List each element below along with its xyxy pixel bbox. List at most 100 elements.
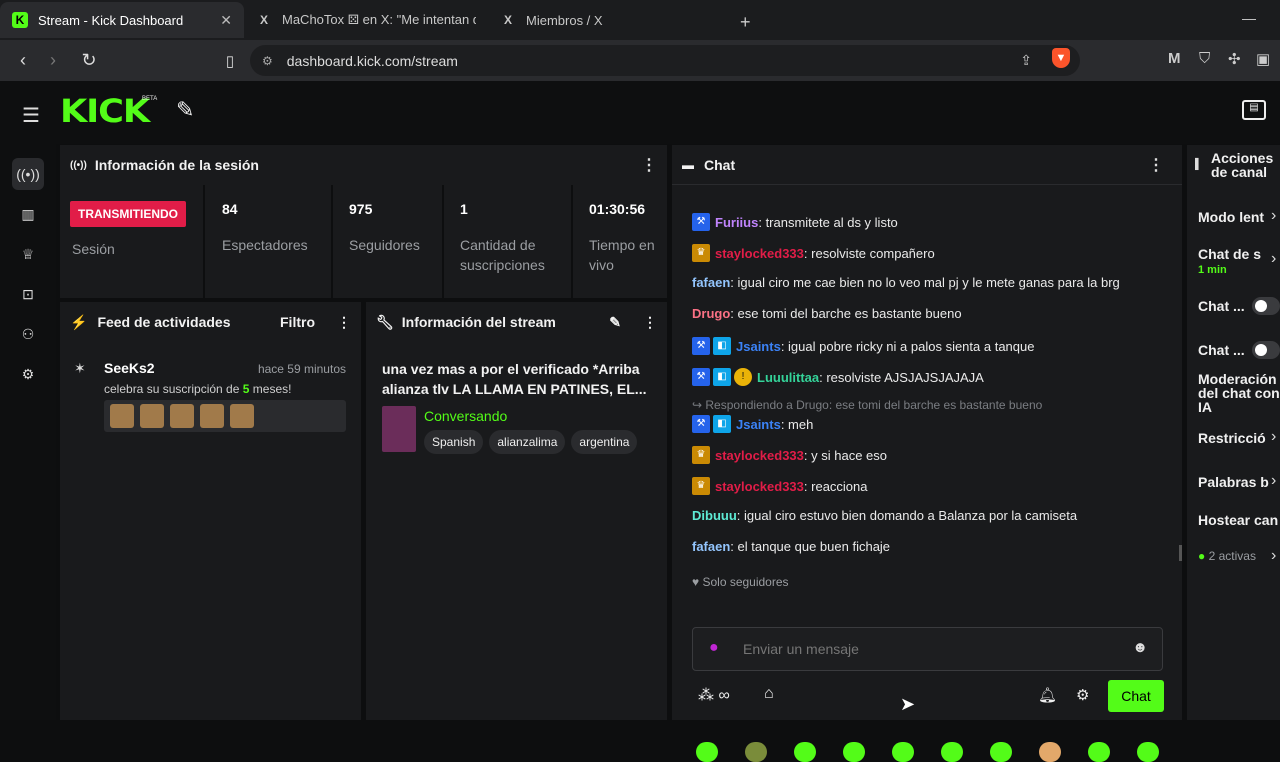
extension-m-icon[interactable]: M <box>1168 50 1181 67</box>
store-icon[interactable]: ▤ <box>1242 100 1266 120</box>
emote-icon[interactable] <box>892 742 914 762</box>
chat-username[interactable]: staylocked333 <box>715 479 804 494</box>
chat-message-input[interactable] <box>743 638 1113 660</box>
tab-miembros[interactable]: X Miembros / X <box>488 2 732 38</box>
community-icon[interactable]: ⚇ <box>16 322 40 346</box>
emote-icon[interactable] <box>745 742 767 762</box>
chat-settings-icon[interactable]: ⚙ <box>1076 686 1089 704</box>
share-icon[interactable]: ⇪ <box>1020 52 1032 69</box>
stream-broadcast-icon[interactable]: ((•)) <box>12 158 44 190</box>
stream-info-panel: 🔧︎ Información del stream ✎ ⋮ una vez ma… <box>366 302 667 720</box>
viewers-stat: 84 Espectadores <box>222 201 308 255</box>
back-icon[interactable]: ‹ <box>8 46 38 76</box>
more-options-icon[interactable]: ⋮ <box>1148 155 1164 175</box>
close-icon[interactable]: ✕ <box>220 12 232 29</box>
subscriptions-stat: 1 Cantidad de suscripciones <box>460 201 570 275</box>
creator-tool-icon[interactable]: ✎ <box>176 97 194 123</box>
chat-scrollbar[interactable] <box>1179 545 1182 561</box>
chat-username[interactable]: Luuulittaa <box>757 370 819 385</box>
points-icon[interactable]: ⁂ ∞ <box>698 685 730 705</box>
extension-shield-icon[interactable]: ⛉ <box>1199 50 1210 67</box>
chevron-right-icon[interactable]: › <box>1271 207 1276 225</box>
microphone-icon[interactable]: ● <box>709 639 719 657</box>
followers-only-label: ♥ Solo seguidores <box>692 575 789 589</box>
chevron-right-icon[interactable]: › <box>1271 428 1276 446</box>
filter-button[interactable]: Filtro <box>280 314 315 330</box>
chat-option-toggle[interactable] <box>1252 297 1280 315</box>
trophy-icon[interactable]: ♕ <box>16 242 40 266</box>
bookmark-icon[interactable]: ▯ <box>215 46 245 76</box>
chat-option-toggle[interactable] <box>1252 341 1280 359</box>
new-tab-button[interactable]: + <box>740 4 751 40</box>
activity-text-prefix: celebra su suscripción de <box>104 382 243 396</box>
chat-username[interactable]: Drugo <box>692 306 730 321</box>
chat-username[interactable]: fafaen <box>692 275 730 290</box>
chat-username[interactable]: staylocked333 <box>715 448 804 463</box>
more-options-icon[interactable]: ⋮ <box>643 314 657 331</box>
chat-input-box[interactable]: ● ☻ <box>692 627 1163 671</box>
chat-username[interactable]: staylocked333 <box>715 246 804 261</box>
stat-value: 84 <box>222 201 238 217</box>
emote-icon[interactable] <box>794 742 816 762</box>
address-bar[interactable]: ⚙ dashboard.kick.com/stream ⇪ <box>250 45 1080 76</box>
chat-badge-icon: ◧ <box>713 368 731 386</box>
chat-username[interactable]: Dibuuu <box>692 508 737 523</box>
extensions-puzzle-icon[interactable]: ✣ <box>1228 50 1241 68</box>
emote-icon[interactable] <box>843 742 865 762</box>
notifications-icon[interactable]: 🔔︎ <box>1038 686 1057 704</box>
settings-icon[interactable]: ⚙ <box>16 362 40 386</box>
chat-message-text: : igual pobre ricky ni a palos sienta a … <box>780 338 1035 354</box>
emote-icon[interactable] <box>1088 742 1110 762</box>
emote-strip <box>104 400 346 432</box>
reload-icon[interactable]: ↻ <box>74 46 104 76</box>
stat-label: Seguidores <box>349 237 420 253</box>
chat-message-text: : transmitete al ds y listo <box>758 214 898 230</box>
sidebar-toggle-icon[interactable]: ▣ <box>1256 50 1270 68</box>
category-name[interactable]: Conversando <box>424 408 507 424</box>
more-options-icon[interactable]: ⋮ <box>641 155 657 175</box>
tag-alianzalima[interactable]: alianzalima <box>489 430 566 454</box>
tag-spanish[interactable]: Spanish <box>424 430 484 454</box>
chat-message-text: : resolviste compañero <box>803 245 935 261</box>
chat-username[interactable]: fafaen <box>692 539 730 554</box>
edit-icon[interactable]: ✎ <box>609 314 621 331</box>
chat-username[interactable]: Jsaints <box>736 339 781 354</box>
send-chat-button[interactable]: Chat <box>1108 680 1164 712</box>
emote-icon[interactable] <box>941 742 963 762</box>
category-thumbnail <box>382 406 416 452</box>
analytics-icon[interactable]: ▥ <box>16 202 40 226</box>
chevron-right-icon[interactable]: › <box>1271 472 1276 490</box>
emoji-icon[interactable]: ☻ <box>1132 639 1148 656</box>
activity-user[interactable]: SeeKs2 <box>104 360 155 376</box>
activity-text-suffix: meses! <box>249 382 292 396</box>
emote-icon[interactable] <box>1137 742 1159 762</box>
tab-kick-dashboard[interactable]: K Stream - Kick Dashboard ✕ <box>0 2 244 38</box>
chat-option-label: Chat ... <box>1198 298 1245 314</box>
shop-icon[interactable]: ⌂ <box>764 685 774 703</box>
chat-badge-icon: ♛ <box>692 244 710 262</box>
collapse-panel-icon[interactable]: ▌ <box>1195 159 1202 170</box>
chat-username[interactable]: Furiius <box>715 215 758 230</box>
stream-title-text: una vez mas a por el verificado *Arriba … <box>382 361 647 397</box>
more-options-icon[interactable]: ⋮ <box>337 314 351 331</box>
kick-logo[interactable]: KICK <box>60 92 150 130</box>
minimize-icon[interactable]: — <box>1242 10 1256 26</box>
emote-icon[interactable] <box>1039 742 1061 762</box>
menu-icon[interactable]: ☰ <box>22 103 40 128</box>
emote-icon[interactable] <box>990 742 1012 762</box>
site-settings-icon[interactable]: ⚙ <box>262 54 273 68</box>
tag-argentina[interactable]: argentina <box>571 430 638 454</box>
chat-username[interactable]: Jsaints <box>736 417 781 432</box>
slow-mode-label: Modo lent <box>1198 209 1265 225</box>
capture-icon[interactable]: ⊡ <box>16 282 40 306</box>
chevron-right-icon[interactable]: › <box>1271 547 1276 565</box>
chat-message: ⚒ ◧ Jsaints: igual pobre ricky ni a palos … <box>692 337 1034 355</box>
chat-bubble-icon: ▬ <box>682 157 694 172</box>
chat-panel: ▬ Chat ⋮ ⚒ Furiius: transmitete al ds y l… <box>672 145 1182 762</box>
tab-machotox[interactable]: X MaChoTox ⚄ en X: "Me intentan dar <box>244 2 488 38</box>
emote-icon[interactable] <box>696 742 718 762</box>
forward-icon[interactable]: › <box>38 46 68 76</box>
chevron-right-icon[interactable]: › <box>1271 250 1276 268</box>
brave-shield-icon[interactable]: ▼ <box>1052 48 1070 68</box>
chat-badge-icon: ⚒ <box>692 368 710 386</box>
